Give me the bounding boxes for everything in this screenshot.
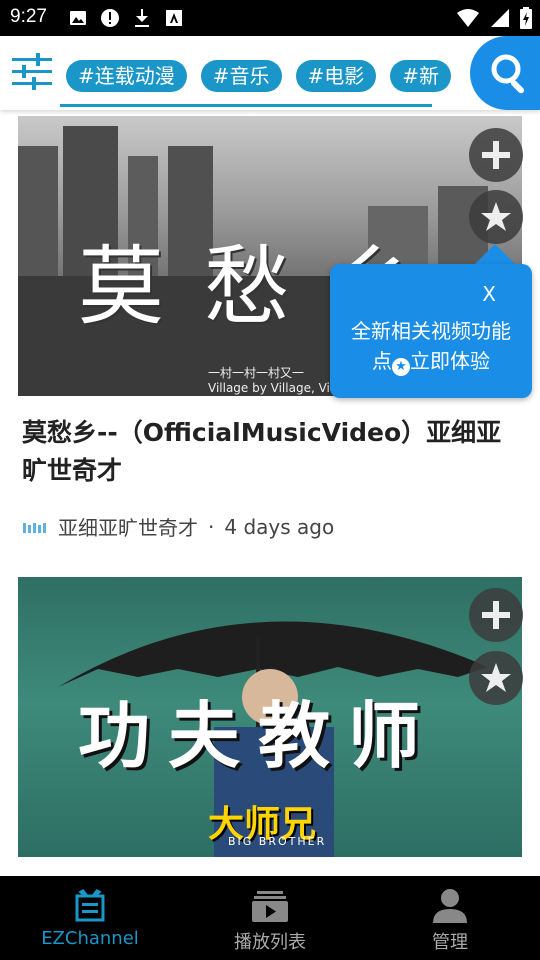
nav-label: 管理 <box>432 932 468 953</box>
tag-serial-anime[interactable]: #连载动漫 <box>66 60 187 92</box>
thumbnail-title: 功 夫 教 师 <box>78 677 420 782</box>
star-icon <box>481 663 511 692</box>
top-bar: #连载动漫 #音乐 #电影 #新 <box>0 36 540 110</box>
favorite-button[interactable] <box>469 190 523 244</box>
video-feed[interactable]: 莫 愁 乡 一村一村一村又一 Village by Village, Villa… <box>0 110 540 876</box>
search-icon <box>491 54 525 94</box>
video-thumbnail[interactable]: 功 夫 教 师 大师兄 BIG BROTHER <box>18 577 522 857</box>
thumbnail-char: 功 <box>78 694 151 778</box>
wifi-icon <box>456 8 480 32</box>
tooltip-close-button[interactable]: X <box>482 282 496 306</box>
image-icon <box>68 8 88 28</box>
sliders-icon <box>12 53 52 90</box>
tag-new[interactable]: #新 <box>390 60 452 92</box>
nav-playlist[interactable]: 播放列表 <box>180 876 360 960</box>
nav-label: 播放列表 <box>234 932 306 953</box>
favorite-button[interactable] <box>469 651 523 705</box>
tooltip-line1: 全新相关视频功能 <box>351 319 511 343</box>
alert-icon <box>100 8 120 28</box>
add-to-playlist-button[interactable] <box>469 588 523 642</box>
search-button[interactable] <box>470 36 540 110</box>
video-meta: 亚细亚旷世奇才 · 4 days ago <box>22 512 334 541</box>
nav-label: EZChannel <box>41 928 139 949</box>
upload-age: 4 days ago <box>224 514 335 539</box>
thumbnail-subtitle-en: BIG BROTHER <box>228 835 327 848</box>
thumbnail-char: 莫 <box>78 237 164 337</box>
feature-tooltip[interactable]: X 全新相关视频功能 点 ★ 立即体验 <box>330 264 532 398</box>
thumbnail-char: 教 <box>258 694 331 778</box>
person-icon <box>430 886 470 926</box>
plus-icon <box>482 141 510 169</box>
font-icon <box>164 8 184 28</box>
battery-icon <box>520 7 532 33</box>
tag-scroll-indicator <box>60 104 432 107</box>
channel-name[interactable]: 亚细亚旷世奇才 <box>58 512 198 541</box>
star-badge-icon: ★ <box>392 358 410 376</box>
star-icon <box>481 202 511 231</box>
filter-menu-button[interactable] <box>10 50 54 94</box>
tooltip-arrow <box>473 244 517 266</box>
bilibili-icon <box>23 522 46 533</box>
download-icon <box>132 8 152 28</box>
notification-icons <box>68 8 184 28</box>
thumbnail-char: 师 <box>348 694 421 778</box>
tag-movie[interactable]: #电影 <box>295 60 377 92</box>
nav-manage[interactable]: 管理 <box>360 876 540 960</box>
system-icons <box>456 7 532 33</box>
tooltip-line2-suffix: 立即体验 <box>410 349 490 373</box>
add-to-playlist-button[interactable] <box>469 128 523 182</box>
tag-music[interactable]: #音乐 <box>200 60 282 92</box>
tooltip-line2: 点 ★ 立即体验 <box>330 346 532 376</box>
signal-icon <box>490 8 510 32</box>
plus-icon <box>482 601 510 629</box>
tooltip-line2-prefix: 点 <box>372 349 392 373</box>
playlist-icon <box>250 886 290 926</box>
status-time: 9:27 <box>10 6 47 27</box>
thumbnail-char: 愁 <box>204 237 290 337</box>
status-bar: 9:27 <box>0 0 540 36</box>
video-title[interactable]: 莫愁乡--（OfficialMusicVideo）亚细亚旷世奇才 <box>22 414 522 490</box>
meta-separator: · <box>208 514 215 539</box>
bottom-nav: EZChannel 播放列表 管理 <box>0 876 540 960</box>
tv-icon <box>70 886 110 926</box>
thumbnail-char: 夫 <box>168 694 241 778</box>
tag-list: #连载动漫 #音乐 #电影 #新 <box>66 60 452 92</box>
nav-ezchannel[interactable]: EZChannel <box>0 876 180 960</box>
tooltip-message: 全新相关视频功能 点 ★ 立即体验 <box>330 316 532 376</box>
